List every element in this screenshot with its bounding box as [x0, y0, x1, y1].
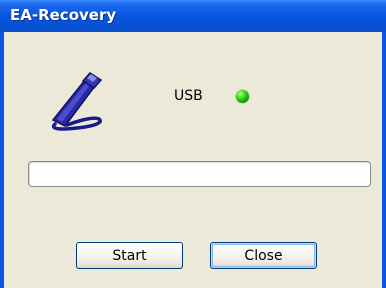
close-button[interactable]: Close — [210, 242, 317, 269]
start-button[interactable]: Start — [76, 242, 183, 269]
window-title: EA-Recovery — [10, 6, 117, 24]
client-area — [4, 32, 382, 288]
usb-status-led-icon — [236, 90, 249, 103]
title-bar[interactable]: EA-Recovery — [0, 0, 386, 32]
usb-plug-icon — [51, 72, 103, 131]
recovery-progress-bar — [28, 161, 371, 187]
usb-status-label: USB — [174, 88, 203, 104]
app-window: EA-Recovery USB Start Close — [0, 0, 386, 288]
